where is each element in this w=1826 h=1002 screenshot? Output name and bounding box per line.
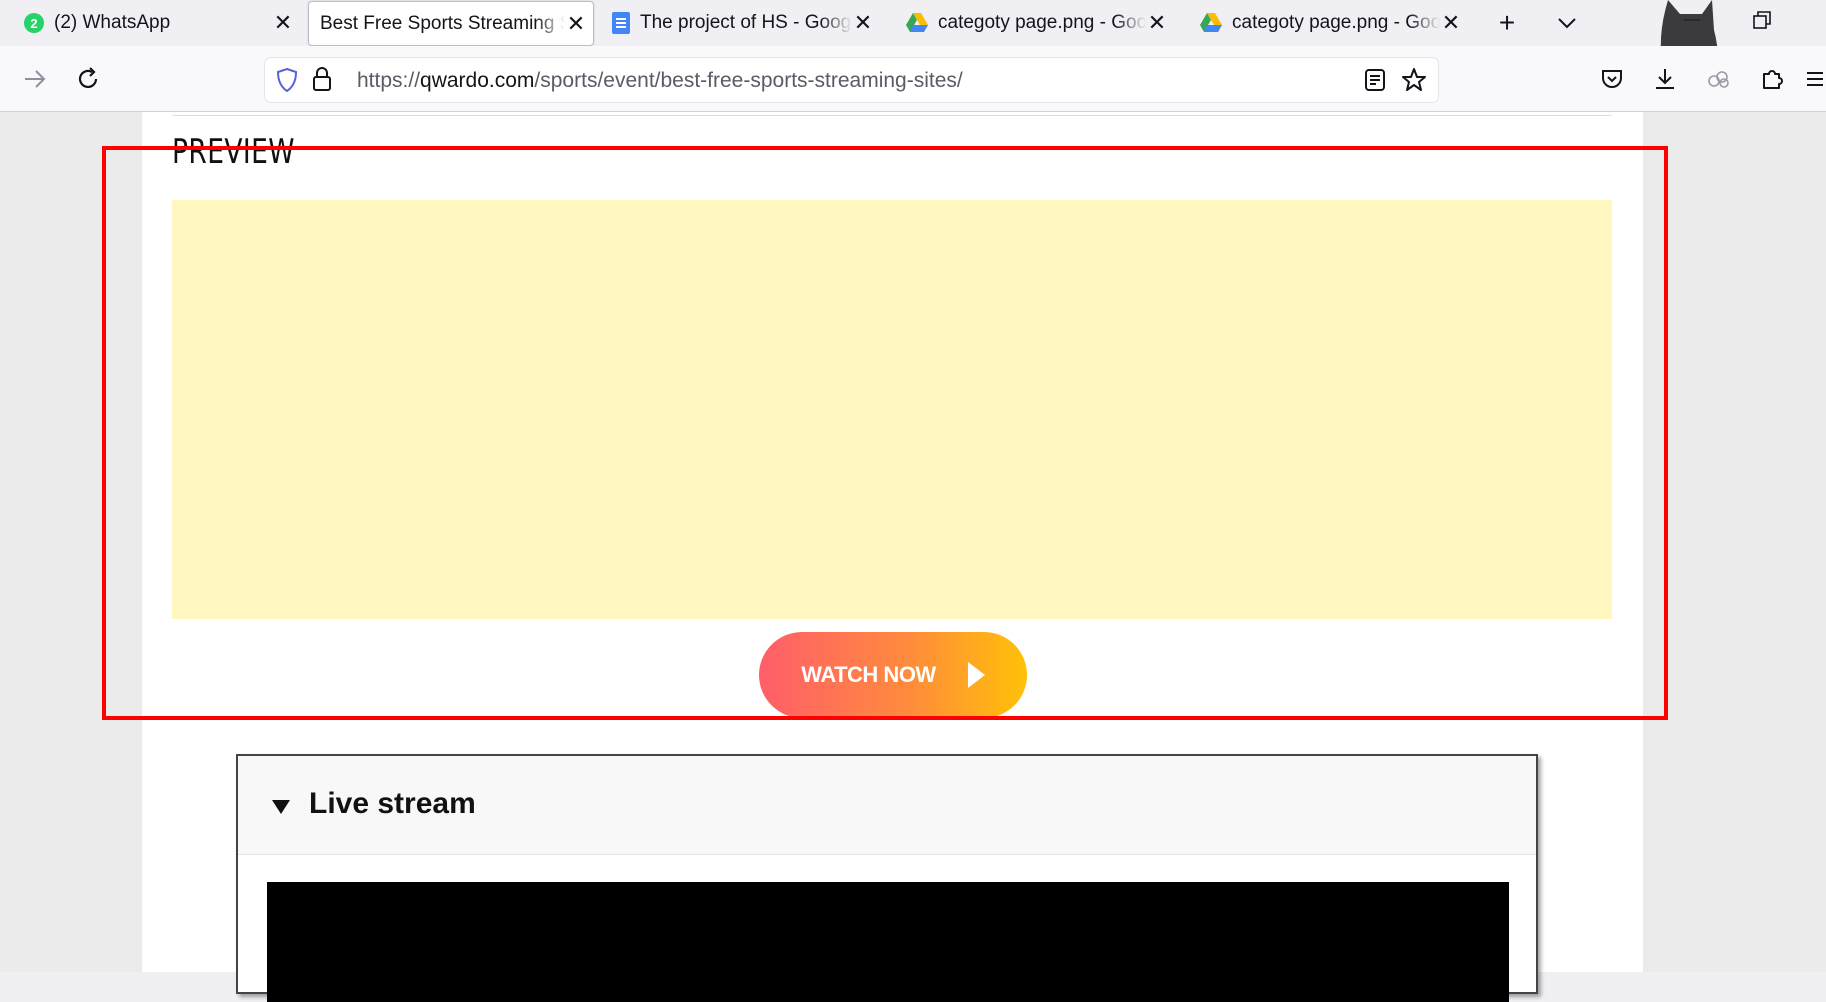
tab-title: categoty page.png - Goog: [1232, 12, 1440, 33]
tab-google-docs[interactable]: The project of HS - Googl ✕: [612, 0, 874, 46]
tracking-protection-shield-icon[interactable]: [276, 68, 298, 92]
article-content: PREVIEW WATCH NOW Live stream: [142, 112, 1643, 1002]
play-icon: [967, 662, 985, 688]
tab-drive-2[interactable]: categoty page.png - Goog ✕: [1200, 0, 1462, 46]
close-icon[interactable]: ✕: [565, 11, 587, 37]
close-icon[interactable]: ✕: [1440, 10, 1462, 36]
url-path: /sports/event/best-free-sports-streaming…: [534, 69, 963, 92]
app-menu-button[interactable]: [1800, 59, 1826, 99]
hamburger-menu-icon: [1807, 72, 1823, 86]
chevron-down-icon: [1558, 18, 1576, 29]
disclosure-triangle-icon: [272, 800, 290, 814]
watch-now-button[interactable]: WATCH NOW: [759, 632, 1027, 718]
firefox-view-button[interactable]: [1699, 59, 1739, 99]
tab-title: categoty page.png - Goog: [938, 12, 1146, 33]
pocket-icon: [1602, 70, 1622, 88]
lock-icon[interactable]: [313, 67, 331, 91]
forward-button[interactable]: [15, 59, 55, 99]
video-player[interactable]: [267, 882, 1509, 1002]
url-text[interactable]: https://qwardo.com/sports/event/best-fre…: [357, 69, 963, 93]
bookmark-star-icon[interactable]: [1401, 67, 1427, 93]
extensions-puzzle-dim-icon: [1708, 71, 1729, 88]
close-icon[interactable]: ✕: [1146, 10, 1168, 36]
tab-sports-streaming[interactable]: Best Free Sports Streaming Sit ✕: [308, 1, 594, 46]
arrow-right-icon: [25, 70, 46, 88]
tab-title: Best Free Sports Streaming Sit: [320, 12, 565, 34]
divider: [172, 115, 1612, 116]
reload-button[interactable]: [68, 59, 108, 99]
pocket-button[interactable]: [1592, 59, 1632, 99]
tab-whatsapp[interactable]: 2 (2) WhatsApp ✕: [24, 0, 294, 46]
google-drive-icon: [906, 12, 928, 34]
google-docs-icon: [612, 12, 630, 34]
new-tab-button[interactable]: +: [1484, 0, 1530, 46]
live-stream-panel: Live stream: [236, 754, 1538, 1002]
download-icon: [1656, 69, 1674, 89]
watch-now-label: WATCH NOW: [801, 662, 936, 687]
close-icon[interactable]: ✕: [272, 10, 294, 36]
whatsapp-icon: 2: [24, 13, 44, 33]
tab-strip: 2 (2) WhatsApp ✕ Best Free Sports Stream…: [0, 0, 1826, 46]
navigation-toolbar: https://qwardo.com/sports/event/best-fre…: [0, 46, 1826, 112]
tab-drive-1[interactable]: categoty page.png - Goog ✕: [906, 0, 1168, 46]
tab-title: (2) WhatsApp: [54, 12, 171, 33]
live-stream-summary[interactable]: Live stream: [238, 756, 1536, 855]
reader-view-icon[interactable]: [1365, 69, 1385, 91]
reload-icon: [78, 67, 98, 88]
puzzle-piece-icon: [1763, 70, 1783, 89]
url-scheme: https://: [357, 69, 421, 92]
google-drive-icon: [1200, 12, 1222, 34]
extensions-button[interactable]: [1752, 59, 1792, 99]
url-bar[interactable]: https://qwardo.com/sports/event/best-fre…: [265, 58, 1438, 102]
downloads-button[interactable]: [1645, 59, 1685, 99]
preview-heading: PREVIEW: [172, 132, 295, 172]
list-all-tabs-button[interactable]: [1544, 0, 1590, 46]
close-icon[interactable]: ✕: [852, 10, 874, 36]
url-host: qwardo.com: [420, 69, 535, 92]
tab-title: The project of HS - Googl: [640, 12, 852, 33]
preview-placeholder: [172, 200, 1612, 619]
live-stream-title: Live stream: [309, 787, 476, 820]
